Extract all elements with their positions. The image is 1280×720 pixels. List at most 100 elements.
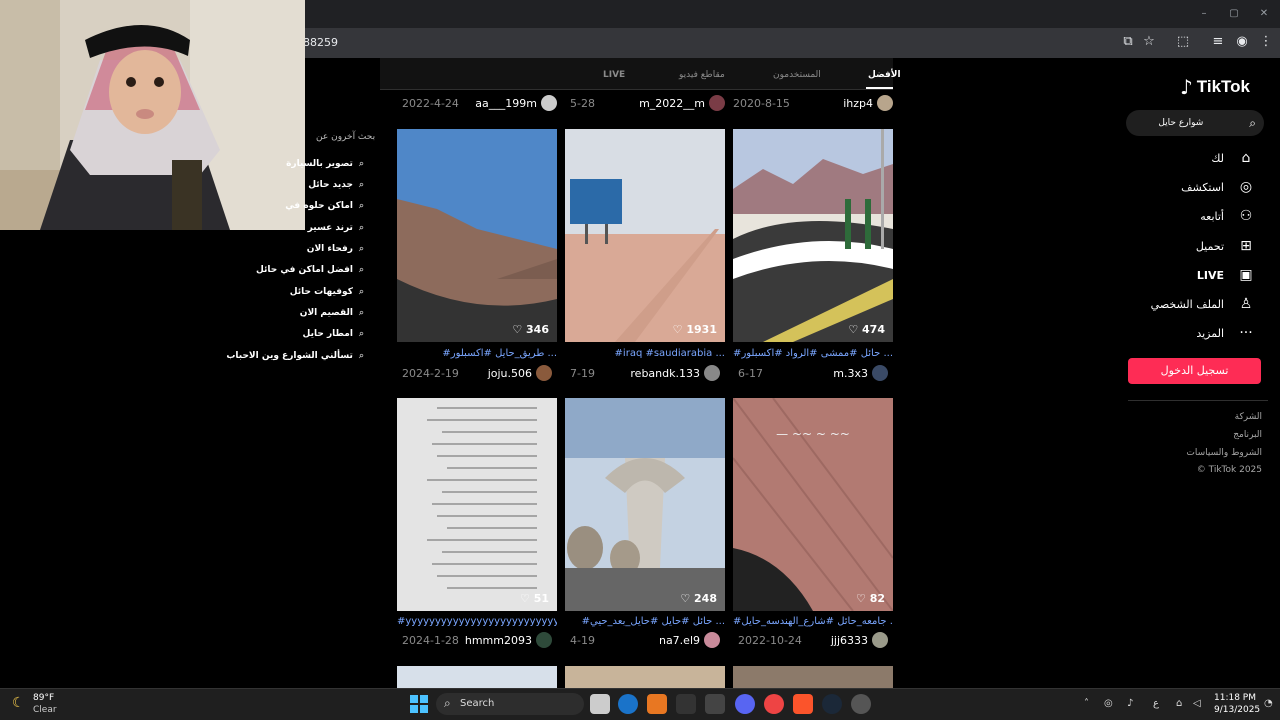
video-username[interactable]: na7.el9 [659,634,700,647]
video-username[interactable]: hmmm2093 [465,634,532,647]
search-input[interactable]: ⌕ شوارع حايل [1126,110,1264,136]
video-caption[interactable]: #iraq #saudiarabia ... [565,348,725,359]
browser-menu-icon[interactable]: ⋮ [1258,34,1274,50]
avatar[interactable] [536,365,552,381]
edge-icon[interactable] [618,694,638,714]
nav-upload[interactable]: ⊞ تحميل [1196,234,1254,258]
file-explorer-icon[interactable] [590,694,610,714]
video-thumbnail[interactable]: ♡ 346 [397,129,557,342]
brave-icon[interactable] [793,694,813,714]
related-search-item[interactable]: ⌕ القصيم الان [300,305,364,321]
video-caption[interactable]: #جامعه_حائل #شارع_الهندسه_حايل ... [733,616,893,627]
video-caption[interactable]: #طريق_حايل #اكسبلور ... [397,348,557,359]
notifications-icon[interactable]: ◔ [1264,698,1273,709]
avatar[interactable] [704,365,720,381]
video-thumbnail[interactable]: ♡ 1931 [565,129,725,342]
tab-videos[interactable]: مقاطع فيديو [679,70,725,80]
video-username[interactable]: aa___199m [475,97,537,110]
minimize-button[interactable]: – [1196,6,1212,22]
windows-start-icon[interactable] [410,695,428,713]
chrome-icon[interactable] [764,694,784,714]
search-icon[interactable]: ⌕ [1249,116,1256,131]
nav-live[interactable]: ▣ LIVE [1197,263,1254,287]
related-search-item[interactable]: ⌕ ترند عسير [308,220,364,236]
video-username[interactable]: joju.506 [488,367,532,380]
list-item[interactable]: 5-28 m_2022__m [570,95,725,111]
list-item[interactable]: 2020-8-15 ihzp4 [733,95,893,111]
chevron-up-icon[interactable]: ˄ [1084,698,1089,709]
nav-foryou[interactable]: ⌂ لك [1211,146,1254,170]
url-field[interactable]: 488259 [296,33,1116,53]
list-item[interactable]: 6-17 m.3x3 [738,365,888,381]
video-username[interactable]: jjj6333 [831,634,868,647]
nav-profile[interactable]: ♙ الملف الشخصي [1151,292,1254,316]
list-item[interactable]: 7-19 rebandk.133 [570,365,720,381]
list-item[interactable]: 4-19 na7.el9 [570,632,720,648]
maximize-button[interactable]: ▢ [1226,6,1242,22]
avatar[interactable] [536,632,552,648]
avatar[interactable] [877,95,893,111]
video-thumbnail[interactable]: ♡ 51 [397,398,557,611]
microphone-icon[interactable]: ♪ [1127,698,1133,709]
list-item[interactable]: 2022-10-24 jjj6333 [738,632,888,648]
video-thumbnail[interactable] [565,666,725,688]
volume-icon[interactable]: ◁ [1193,698,1201,709]
list-item[interactable]: 2024-1-28 hmmm2093 [402,632,552,648]
related-search-item[interactable]: ⌕ رفحاء الان [307,241,364,257]
app-icon[interactable] [705,694,725,714]
profile-avatar-icon[interactable]: ◉ [1234,34,1250,50]
related-search-item[interactable]: ⌕ افضل اماكن في حائل [256,262,364,278]
related-search-item[interactable]: ⌕ كوفيهات حائل [290,284,364,300]
nav-more[interactable]: ··· المزيد [1196,321,1254,345]
list-item[interactable]: 2022-4-24 aa___199m [402,95,557,111]
tray-icon[interactable]: ◎ [1104,698,1113,709]
video-thumbnail[interactable] [397,666,557,688]
related-search-item[interactable]: ⌕ اماكن حلوه في [285,198,364,214]
video-caption[interactable]: #yyyyyyyyyyyyyyyyyyyyyyyyyy [397,616,557,627]
video-thumbnail[interactable] [733,666,893,688]
extensions-icon[interactable]: ⬚ [1175,34,1191,50]
weather-temp[interactable]: 89°F [33,693,54,703]
language-indicator[interactable]: ع [1153,698,1159,709]
related-search-item[interactable]: ⌕ امطار حايل [303,326,364,342]
app-icon[interactable] [647,694,667,714]
tab-top[interactable]: الأفضل [868,70,901,80]
list-item[interactable]: 2024-2-19 joju.506 [402,365,552,381]
app-icon[interactable] [851,694,871,714]
footer-program[interactable]: البرنامج [1233,430,1262,440]
video-username[interactable]: rebandk.133 [630,367,700,380]
nav-explore[interactable]: ◎ استكشف [1181,175,1254,199]
moon-icon[interactable]: ☾ [12,695,25,711]
login-button[interactable]: تسجيل الدخول [1128,358,1261,384]
close-button[interactable]: ✕ [1256,6,1272,22]
cast-icon[interactable]: ⧉ [1120,34,1136,50]
discord-icon[interactable] [735,694,755,714]
video-thumbnail[interactable]: ♡ 248 [565,398,725,611]
related-search-item[interactable]: ⌕ جديد حائل [308,177,364,193]
nav-following[interactable]: ⚇ أتابعه [1200,204,1254,228]
video-username[interactable]: m.3x3 [833,367,868,380]
video-thumbnail[interactable]: — ~~ ~ ~~ ♡ 82 [733,398,893,611]
media-icon[interactable]: ≡ [1210,34,1226,50]
avatar[interactable] [872,632,888,648]
taskbar-search[interactable]: Search [436,693,584,715]
steam-icon[interactable] [822,694,842,714]
avatar[interactable] [872,365,888,381]
footer-company[interactable]: الشركة [1235,412,1262,422]
epic-games-icon[interactable] [676,694,696,714]
tiktok-logo[interactable]: ♪ TikTok [1180,75,1250,99]
video-caption[interactable]: #حائل #حايل #حايل_بعد_حيي ... [565,616,725,627]
footer-terms[interactable]: الشروط والسياسات [1186,448,1262,458]
tab-users[interactable]: المستخدمون [773,70,821,80]
tab-live[interactable]: LIVE [603,70,625,80]
video-thumbnail[interactable]: ♡ 474 [733,129,893,342]
network-icon[interactable]: ⌂ [1176,698,1182,709]
avatar[interactable] [541,95,557,111]
video-username[interactable]: ihzp4 [843,97,873,110]
clock-time[interactable]: 11:18 PM [1214,693,1256,703]
avatar[interactable] [704,632,720,648]
avatar[interactable] [709,95,725,111]
related-search-item[interactable]: ⌕ تسألني الشوارع وين الاحباب [226,348,364,364]
clock-date[interactable]: 9/13/2025 [1214,705,1260,715]
video-caption[interactable]: #حائل #ممشى #الرواد #اكسبلور ... [733,348,893,359]
